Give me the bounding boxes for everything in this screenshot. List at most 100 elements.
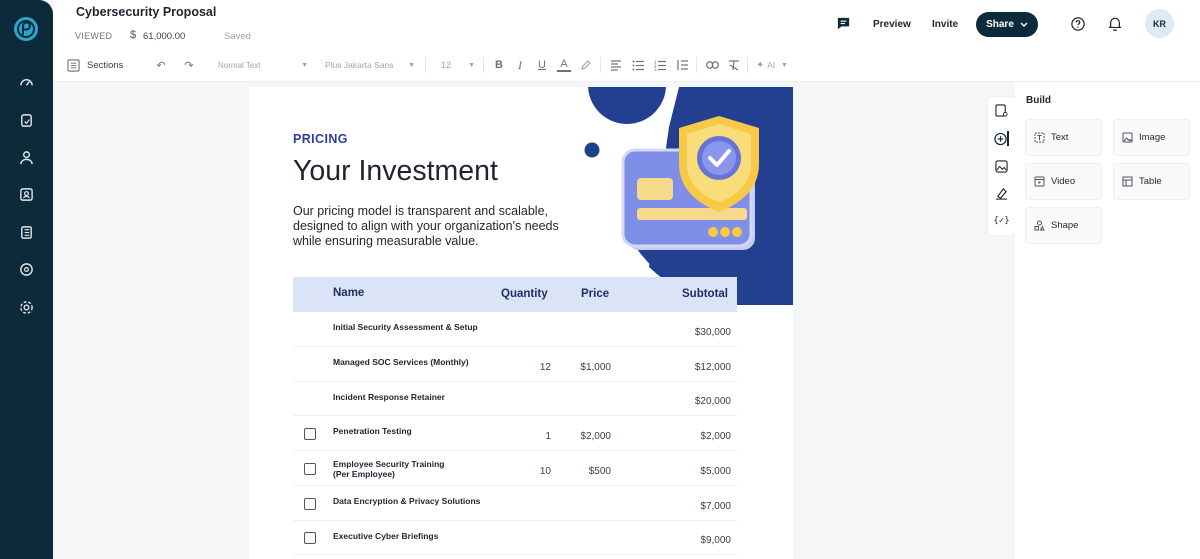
underline-icon[interactable]: U (535, 58, 549, 72)
row-price[interactable]: $500 (589, 466, 611, 477)
pricing-table-header: Name Quantity Price Subtotal (293, 277, 737, 312)
svg-text:3: 3 (654, 67, 657, 71)
font-family-select[interactable]: Plus Jakarta Sans ▼ (325, 58, 415, 72)
invite-button[interactable]: Invite (932, 19, 958, 30)
row-item-name[interactable]: Penetration Testing (333, 426, 412, 436)
italic-icon[interactable]: I (513, 58, 527, 72)
row-subtotal[interactable]: $12,000 (695, 362, 731, 373)
row-item-name[interactable]: Initial Security Assessment & Setup (333, 322, 478, 332)
column-header-quantity: Quantity (501, 288, 548, 300)
share-button[interactable]: Share (976, 12, 1038, 37)
redo-icon[interactable]: ↷ (182, 58, 196, 72)
comment-icon[interactable] (836, 16, 851, 31)
row-subtotal[interactable]: $7,000 (700, 501, 731, 512)
ai-assistant-button[interactable]: ✦ AI ▼ (756, 58, 788, 72)
row-checkbox[interactable] (304, 532, 316, 544)
bold-icon[interactable]: B (492, 58, 506, 72)
shape-block-button[interactable]: Shape (1025, 207, 1102, 244)
table-row[interactable]: Incident Response Retainer $20,000 (293, 382, 737, 416)
page-heading[interactable]: Your Investment (293, 155, 498, 188)
table-row[interactable]: Employee Security Training (Per Employee)… (293, 451, 737, 486)
contacts-icon[interactable] (18, 149, 35, 166)
build-panel: Build Text Image Video Table Shape (1015, 82, 1200, 559)
page-settings-icon[interactable] (994, 103, 1009, 118)
library-icon[interactable] (18, 224, 35, 241)
row-item-name[interactable]: Executive Cyber Briefings (333, 531, 438, 541)
row-item-name[interactable]: Data Encryption & Privacy Solutions (333, 496, 480, 506)
app-logo[interactable] (13, 16, 39, 42)
video-block-icon (1034, 176, 1045, 187)
image-block-button[interactable]: Image (1113, 119, 1190, 156)
integrations-icon[interactable] (18, 261, 35, 278)
row-quantity[interactable]: 12 (540, 362, 551, 373)
row-quantity[interactable]: 10 (540, 466, 551, 477)
signature-icon[interactable] (994, 186, 1009, 201)
documents-icon[interactable] (18, 112, 35, 129)
table-row[interactable]: Initial Security Assessment & Setup $30,0… (293, 312, 737, 347)
sections-icon (67, 58, 80, 72)
document-value[interactable]: 61,000.00 (143, 31, 185, 42)
align-left-icon[interactable] (609, 58, 623, 72)
help-icon[interactable] (1071, 17, 1085, 31)
clear-format-icon[interactable] (727, 58, 741, 72)
table-row[interactable]: Data Encryption & Privacy Solutions $7,00… (293, 486, 737, 521)
row-price[interactable]: $2,000 (580, 431, 611, 442)
font-family-chevron-icon: ▼ (408, 61, 415, 69)
highlight-icon[interactable] (579, 58, 593, 72)
settings-icon[interactable] (18, 299, 35, 316)
intro-paragraph[interactable]: Our pricing model is transparent and sca… (293, 204, 573, 249)
row-item-name[interactable]: Employee Security Training (Per Employee) (333, 459, 444, 479)
row-subtotal[interactable]: $20,000 (695, 396, 731, 407)
column-header-name: Name (333, 287, 365, 299)
table-block-button[interactable]: Table (1113, 163, 1190, 200)
column-header-price: Price (581, 288, 610, 300)
ai-chevron-icon: ▼ (780, 61, 788, 69)
row-checkbox[interactable] (304, 427, 316, 440)
section-eyebrow[interactable]: PRICING (293, 132, 348, 146)
font-size-select[interactable]: 12 ▼ (441, 58, 475, 72)
table-row[interactable]: Penetration Testing 1 $2,000 $2,000 (293, 416, 737, 451)
notifications-bell-icon[interactable] (1108, 16, 1122, 31)
table-row[interactable]: Executive Cyber Briefings $9,000 (293, 521, 737, 555)
row-price[interactable]: $1,000 (580, 362, 611, 373)
text-color-icon[interactable]: A (557, 58, 571, 72)
row-item-name-line: (Per Employee) (333, 469, 395, 479)
chevron-down-icon (1020, 22, 1028, 27)
undo-icon[interactable]: ↶ (154, 58, 168, 72)
text-style-chevron-icon: ▼ (301, 61, 308, 69)
line-spacing-icon[interactable] (675, 58, 689, 72)
row-checkbox[interactable] (304, 462, 316, 475)
document-status: VIEWED (75, 31, 113, 41)
left-nav-rail (0, 0, 53, 559)
row-subtotal[interactable]: $9,000 (700, 535, 731, 546)
preview-button[interactable]: Preview (873, 19, 911, 30)
row-subtotal[interactable]: $5,000 (700, 466, 731, 477)
row-quantity[interactable]: 1 (545, 431, 551, 442)
text-style-select[interactable]: Normal Text ▼ (218, 58, 308, 72)
pricing-table[interactable]: Name Quantity Price Subtotal Initial Sec… (293, 277, 737, 555)
bullet-list-icon[interactable] (631, 58, 645, 72)
dollar-icon: $ (130, 29, 137, 41)
media-icon[interactable] (994, 159, 1009, 174)
dashboard-icon[interactable] (18, 74, 35, 91)
link-icon[interactable] (705, 58, 719, 72)
image-block-label: Image (1139, 132, 1166, 143)
add-block-icon[interactable] (994, 131, 1009, 146)
row-item-name-line: Managed SOC Services (Monthly) (333, 357, 469, 367)
video-block-button[interactable]: Video (1025, 163, 1102, 200)
numbered-list-icon[interactable]: 123 (653, 58, 667, 72)
row-subtotal[interactable]: $30,000 (695, 327, 731, 338)
text-block-button[interactable]: Text (1025, 119, 1102, 156)
row-checkbox[interactable] (304, 497, 316, 510)
row-subtotal[interactable]: $2,000 (700, 431, 731, 442)
user-avatar[interactable]: KR (1145, 9, 1174, 38)
contact-card-icon[interactable] (18, 186, 35, 203)
row-item-name[interactable]: Managed SOC Services (Monthly) (333, 357, 469, 367)
sections-button[interactable]: Sections (67, 58, 123, 72)
variables-icon[interactable]: {✓} (993, 213, 1009, 228)
table-row[interactable]: Managed SOC Services (Monthly) 12 $1,000 $1… (293, 347, 737, 382)
toolbar-divider (696, 57, 697, 73)
document-page[interactable]: PRICING Your Investment Our pricing mode… (249, 87, 793, 559)
document-title[interactable]: Cybersecurity Proposal (76, 5, 216, 19)
row-item-name[interactable]: Incident Response Retainer (333, 392, 445, 402)
